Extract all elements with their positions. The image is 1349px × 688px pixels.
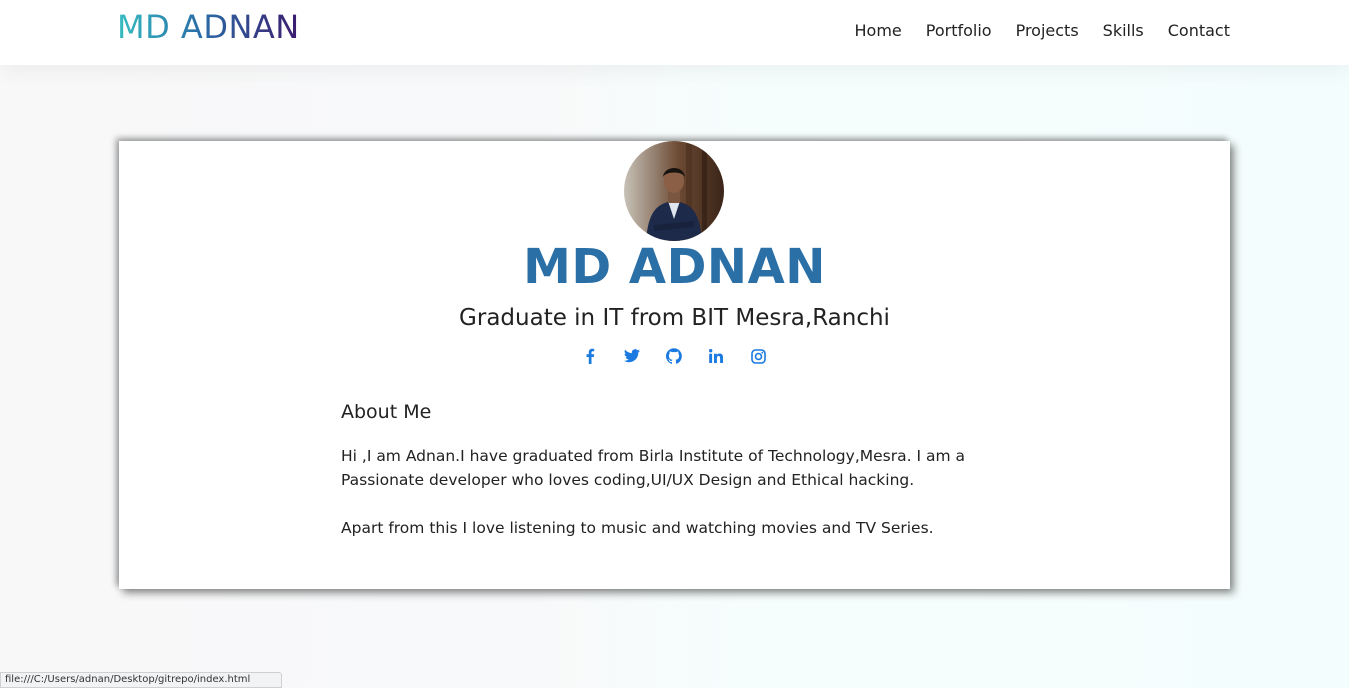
twitter-icon[interactable]	[622, 346, 642, 366]
linkedin-icon[interactable]	[706, 346, 726, 366]
nav-link-portfolio[interactable]: Portfolio	[926, 21, 992, 40]
facebook-icon[interactable]	[580, 346, 600, 366]
nav-link-home[interactable]: Home	[855, 21, 902, 40]
main-nav: Home Portfolio Projects Skills Contact	[855, 21, 1231, 40]
browser-status-bar: file:///C:/Users/adnan/Desktop/gitrepo/i…	[0, 672, 282, 688]
profile-card: MD ADNAN Graduate in IT from BIT Mesra,R…	[119, 141, 1230, 589]
about-heading: About Me	[341, 401, 432, 423]
nav-link-contact[interactable]: Contact	[1168, 21, 1230, 40]
about-paragraph-1: Hi ,I am Adnan.I have graduated from Bir…	[341, 447, 965, 489]
profile-name: MD ADNAN	[523, 239, 826, 295]
github-icon[interactable]	[664, 346, 684, 366]
instagram-icon[interactable]	[748, 346, 768, 366]
social-links	[564, 345, 784, 367]
avatar	[624, 141, 724, 241]
profile-subtitle: Graduate in IT from BIT Mesra,Ranchi	[459, 305, 890, 331]
nav-link-skills[interactable]: Skills	[1103, 21, 1144, 40]
navbar: MD ADNAN Home Portfolio Projects Skills …	[0, 0, 1349, 65]
brand-logo[interactable]: MD ADNAN	[117, 8, 300, 46]
about-paragraph-2: Apart from this I love listening to musi…	[341, 519, 934, 537]
nav-link-projects[interactable]: Projects	[1016, 21, 1079, 40]
